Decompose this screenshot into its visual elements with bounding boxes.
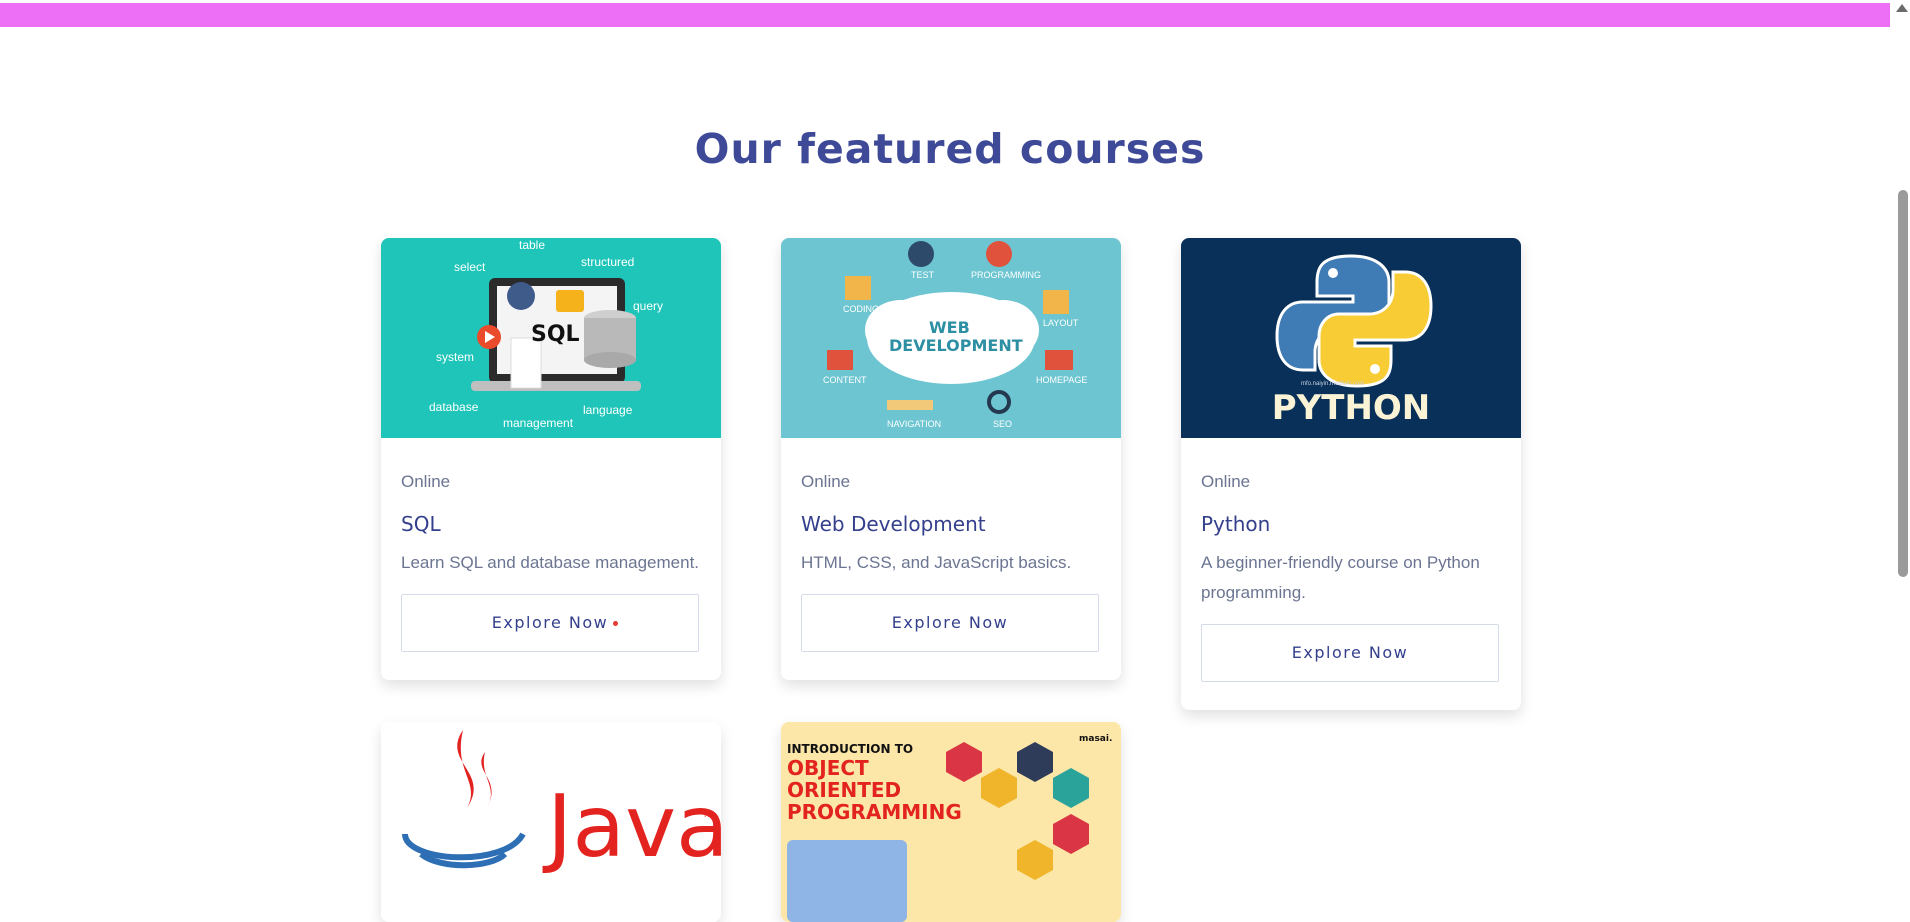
java-course-image: Java TM [381, 722, 721, 922]
course-title[interactable]: SQL [401, 512, 701, 536]
course-card-sql: SQL table select structured query system… [381, 238, 721, 680]
course-card-oop: INTRODUCTION TO OBJECT ORIENTED PROGRAMM… [781, 722, 1121, 922]
sql-course-image: SQL table select structured query system… [381, 238, 721, 438]
course-mode: Online [1201, 472, 1251, 491]
course-description: HTML, CSS, and JavaScript basics. [801, 553, 1072, 572]
sql-word-select: select [454, 260, 486, 274]
oop-image-line4: PROGRAMMING [787, 800, 962, 824]
web-development-course-image: WEB DEVELOPMENT TEST PROGRAMMING CODING … [781, 238, 1121, 438]
course-title[interactable]: Python [1201, 512, 1501, 536]
sql-word-database: database [429, 400, 479, 414]
web-word-seo: SEO [993, 419, 1013, 429]
web-word-test: TEST [911, 270, 935, 280]
course-card-web-development: WEB DEVELOPMENT TEST PROGRAMMING CODING … [781, 238, 1121, 680]
python-image-credit: mfo.naiyin.medium.com [1301, 381, 1365, 387]
sql-word-language: language [583, 403, 633, 417]
web-dev-image-big-text-1: WEB [929, 318, 970, 337]
section-title: Our featured courses [694, 125, 1206, 173]
sql-word-query: query [633, 299, 664, 313]
web-word-layout: LAYOUT [1043, 318, 1079, 328]
explore-now-button[interactable]: Explore Now [401, 594, 699, 652]
sql-word-table: table [519, 238, 546, 252]
web-word-navigation: NAVIGATION [887, 419, 942, 429]
explore-now-button[interactable]: Explore Now [1201, 624, 1499, 682]
sql-image-big-text: SQL [531, 322, 580, 347]
course-description: Learn SQL and database management. [401, 553, 700, 572]
sql-word-structured: structured [581, 255, 635, 269]
explore-now-button[interactable]: Explore Now [801, 594, 1099, 652]
course-description: A beginner-friendly course on Python pro… [1201, 553, 1480, 602]
sql-word-system: system [436, 350, 475, 364]
scrollbar-thumb[interactable] [1898, 190, 1908, 577]
course-card-java: Java TM [381, 722, 721, 922]
java-image-tm: TM [703, 812, 714, 819]
java-image-big-text: Java [547, 777, 721, 877]
red-dot-indicator [613, 621, 618, 626]
explore-now-label: Explore Now [891, 613, 1009, 632]
oop-image-line1: INTRODUCTION TO [787, 742, 914, 756]
web-word-coding: CODING [843, 304, 879, 314]
web-dev-image-big-text-2: DEVELOPMENT [889, 336, 1023, 355]
oop-image-line2: OBJECT [787, 756, 869, 780]
explore-now-label: Explore Now [491, 613, 609, 632]
oop-image-brand: masai. [1079, 734, 1113, 744]
course-title[interactable]: Web Development [801, 512, 1101, 536]
top-banner-bar [0, 3, 1890, 27]
explore-now-label: Explore Now [1291, 643, 1409, 662]
course-mode: Online [801, 472, 851, 491]
python-course-image: mfo.naiyin.medium.com PYTHON [1181, 238, 1521, 438]
python-image-big-text: PYTHON [1271, 388, 1431, 428]
web-word-programming: PROGRAMMING [971, 270, 1042, 280]
course-card-python: mfo.naiyin.medium.com PYTHON Online Pyth… [1181, 238, 1521, 710]
course-mode: Online [401, 472, 451, 491]
web-word-homepage: HOMEPAGE [1036, 375, 1088, 385]
web-word-content: CONTENT [823, 375, 867, 385]
oop-course-image: INTRODUCTION TO OBJECT ORIENTED PROGRAMM… [781, 722, 1121, 922]
sql-word-management: management [503, 416, 574, 430]
scroll-up-arrow-icon[interactable] [1896, 4, 1908, 12]
oop-image-line3: ORIENTED [787, 778, 902, 802]
